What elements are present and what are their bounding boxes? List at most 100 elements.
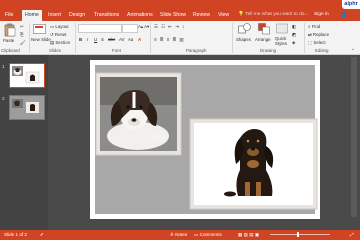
drawing-group-label: Drawing: [260, 48, 277, 53]
new-slide-label: New Slide: [31, 37, 51, 42]
slide-thumbnail-pane: 1 2: [0, 55, 48, 230]
tab-transitions[interactable]: Transitions: [91, 10, 122, 21]
tab-slide-show[interactable]: Slide Show: [157, 10, 189, 21]
find-icon: ⌕: [308, 24, 311, 29]
change-case-button[interactable]: Aa: [128, 37, 133, 42]
char-spacing-button[interactable]: AV: [119, 37, 125, 42]
shapes-button[interactable]: Shapes: [236, 23, 254, 47]
select-button[interactable]: ⬚ Select: [308, 40, 326, 46]
cut-icon[interactable]: ✂: [20, 24, 24, 30]
replace-button[interactable]: ⇄ Replace: [308, 32, 329, 38]
select-label: Select: [313, 40, 326, 45]
new-slide-icon: [33, 24, 46, 34]
arrange-label: Arrange: [255, 37, 271, 42]
strikethrough-button[interactable]: abc: [108, 37, 115, 42]
find-button[interactable]: ⌕ Find: [308, 24, 320, 29]
zoom-slider-thumb[interactable]: [297, 232, 299, 237]
view-buttons[interactable]: ▦ ▥ ▤ ▣: [238, 232, 259, 238]
select-icon: ⬚: [308, 40, 313, 45]
tell-me-search[interactable]: 💡 Tell me what you want to do...: [238, 10, 312, 20]
shapes-label: Shapes: [236, 37, 251, 42]
arrange-icon: [258, 23, 270, 35]
font-size-dropdown[interactable]: [122, 24, 138, 33]
section-button[interactable]: ▤ Section: [50, 40, 70, 46]
slide-thumbnail-preview: [12, 66, 40, 84]
section-label: Section: [55, 40, 71, 45]
layout-button[interactable]: ▭ Layout: [50, 24, 69, 30]
collapse-ribbon-icon[interactable]: ⌃: [351, 48, 355, 54]
shape-fill-icon[interactable]: ◧: [292, 24, 296, 30]
ribbon: Paste ✂ ⎘ 🖌 Clipboard New Slide ▭ Layout…: [0, 21, 360, 55]
status-bar: Slide 1 of 2 ✔ ≙ Notes ▭ Comments ▦ ▥ ▤ …: [0, 230, 360, 240]
italic-button[interactable]: I: [87, 37, 88, 42]
format-painter-icon[interactable]: 🖌: [20, 40, 26, 46]
reset-label: Reset: [54, 32, 67, 37]
slide-content: [95, 65, 318, 214]
separator: [29, 23, 30, 53]
paragraph-group-label: Paragraph: [186, 48, 207, 53]
slide-canvas[interactable]: [90, 60, 320, 219]
editing-group-label: Editing: [315, 48, 329, 53]
comments-label: Comments: [199, 232, 222, 237]
tab-animations[interactable]: Animations: [124, 10, 156, 21]
grow-font-icon[interactable]: A▴ A▾: [138, 24, 149, 30]
search-placeholder: Tell me what you want to do...: [245, 12, 309, 17]
shape-effects-icon[interactable]: ◈: [292, 40, 295, 46]
vertical-scrollbar[interactable]: [351, 57, 357, 217]
comments-button[interactable]: ▭ Comments: [194, 232, 222, 238]
puppy-photo-1[interactable]: [95, 72, 182, 156]
slide-number: 2: [2, 96, 5, 101]
new-slide-button[interactable]: New Slide: [31, 23, 51, 47]
brand-logo: alphr: [342, 0, 360, 9]
slide-number: 1: [2, 64, 5, 69]
separator: [75, 23, 76, 53]
bold-button[interactable]: B: [79, 37, 82, 42]
shadow-button[interactable]: S: [101, 37, 104, 42]
find-label: Find: [311, 24, 321, 29]
tab-design[interactable]: Design: [66, 10, 88, 21]
shapes-icon: [238, 23, 251, 34]
bullets-numbering-icons[interactable]: ☰ ☷ ⇤ ⇥ ↕: [154, 24, 185, 30]
paste-label: Paste: [3, 38, 15, 43]
paste-button[interactable]: Paste: [2, 23, 19, 47]
fit-slide-icon[interactable]: ⤢: [350, 232, 354, 237]
alignment-icons[interactable]: ≡ ≣ ≡ ≣ ▥: [154, 37, 185, 43]
quick-styles-button[interactable]: Quick Styles: [275, 23, 291, 47]
separator: [304, 23, 305, 53]
sign-in-link[interactable]: Sign in: [314, 10, 329, 20]
tab-insert[interactable]: Insert: [45, 10, 64, 21]
slide-counter: Slide 1 of 2: [4, 232, 27, 237]
font-group-label: Font: [112, 48, 121, 53]
separator: [150, 23, 151, 53]
puppy-photo-2[interactable]: [189, 118, 318, 210]
font-color-button[interactable]: A: [138, 37, 141, 42]
replace-icon: ⇄: [308, 32, 312, 37]
quick-styles-icon: [276, 23, 288, 34]
share-icon: 👤: [341, 13, 347, 18]
tab-file[interactable]: File: [2, 10, 16, 21]
layout-label: Layout: [55, 24, 69, 29]
arrange-button[interactable]: Arrange: [255, 23, 274, 47]
quick-styles-label: Quick Styles: [275, 36, 287, 46]
slide-thumbnail-preview: [12, 99, 39, 113]
underline-button[interactable]: U: [94, 37, 97, 42]
clipboard-group-label: Clipboard: [1, 48, 20, 53]
notes-button[interactable]: ≙ Notes: [170, 232, 187, 238]
paste-icon: [4, 23, 16, 37]
font-name-dropdown[interactable]: [78, 24, 122, 33]
tab-home[interactable]: Home: [22, 10, 42, 21]
separator: [232, 23, 233, 53]
shape-outline-icon[interactable]: ◩: [292, 32, 296, 38]
copy-icon[interactable]: ⎘: [20, 32, 24, 37]
slide-thumbnail-1[interactable]: [9, 63, 45, 88]
slide-thumbnail-2[interactable]: [9, 95, 45, 120]
tab-review[interactable]: Review: [190, 10, 213, 21]
zoom-slider[interactable]: [270, 234, 330, 235]
notes-label: Notes: [175, 232, 188, 237]
share-button[interactable]: 👤 Share: [338, 10, 360, 29]
slides-group-label: Slides: [49, 48, 61, 53]
tab-view[interactable]: View: [215, 10, 232, 21]
spelling-icon[interactable]: ✔: [40, 232, 44, 238]
replace-label: Replace: [312, 32, 330, 37]
reset-button[interactable]: ↺ Reset: [50, 32, 66, 38]
